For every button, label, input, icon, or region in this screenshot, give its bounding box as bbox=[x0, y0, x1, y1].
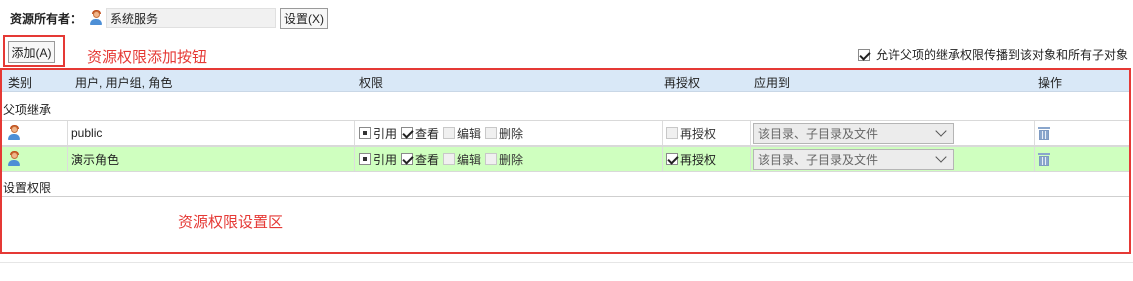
table-row: 演示角色 引用 查看 编辑 删除 再授权 该目录、子目录及文件 bbox=[2, 146, 1130, 172]
owner-field: 系统服务 bbox=[106, 8, 277, 28]
chevron-down-icon bbox=[935, 125, 947, 137]
perm-reference[interactable]: 引用 bbox=[359, 151, 397, 168]
table-header: 类别 用户, 用户组, 角色 权限 再授权 应用到 操作 bbox=[2, 70, 1130, 92]
set-owner-button[interactable]: 设置(X) bbox=[280, 7, 329, 29]
perm-reference[interactable]: 引用 bbox=[359, 125, 397, 142]
row-user-name: 演示角色 bbox=[71, 152, 120, 167]
header-permission: 权限 bbox=[359, 76, 384, 90]
owner-row: 资源所有者： 系统服务 设置(X) bbox=[10, 7, 329, 29]
row-regrant[interactable]: 再授权 bbox=[666, 121, 720, 145]
perm-edit[interactable]: 编辑 bbox=[443, 151, 481, 168]
trash-icon[interactable] bbox=[1038, 152, 1050, 166]
row-regrant[interactable]: 再授权 bbox=[666, 147, 720, 171]
divider bbox=[0, 262, 1133, 263]
inherit-checkbox[interactable] bbox=[858, 48, 870, 61]
inherit-option[interactable]: 允许父项的继承权限传播到该对象和所有子对象 bbox=[858, 46, 1128, 63]
permission-area: 类别 用户, 用户组, 角色 权限 再授权 应用到 操作 父项继承 public… bbox=[0, 68, 1133, 281]
perm-delete[interactable]: 删除 bbox=[485, 125, 523, 142]
perm-view[interactable]: 查看 bbox=[401, 125, 439, 142]
table-row: public 引用 查看 编辑 删除 再授权 该目录、子目录及文件 bbox=[2, 120, 1130, 146]
apply-to-value: 该目录、子目录及文件 bbox=[758, 152, 879, 167]
user-icon bbox=[88, 10, 104, 26]
add-button-highlight bbox=[3, 35, 65, 67]
perm-edit[interactable]: 编辑 bbox=[443, 125, 481, 142]
user-icon bbox=[6, 125, 22, 141]
trash-icon[interactable] bbox=[1038, 126, 1050, 140]
user-icon bbox=[6, 151, 22, 167]
row-user-name: public bbox=[71, 126, 103, 140]
row-permissions: 引用 查看 编辑 删除 bbox=[359, 121, 527, 145]
apply-to-select[interactable]: 该目录、子目录及文件 bbox=[753, 148, 954, 170]
group-set: 设置权限 bbox=[3, 181, 52, 195]
header-regrant: 再授权 bbox=[664, 76, 701, 90]
annotation-area: 资源权限设置区 bbox=[178, 214, 284, 231]
header-category: 类别 bbox=[8, 76, 33, 90]
annotation-add: 资源权限添加按钮 bbox=[87, 49, 208, 66]
divider bbox=[2, 196, 1130, 197]
owner-value: 系统服务 bbox=[110, 11, 159, 26]
row-permissions: 引用 查看 编辑 删除 bbox=[359, 147, 527, 171]
owner-label: 资源所有者： bbox=[10, 11, 83, 26]
perm-view[interactable]: 查看 bbox=[401, 151, 439, 168]
header-user: 用户, 用户组, 角色 bbox=[75, 76, 173, 90]
inherit-label: 允许父项的继承权限传播到该对象和所有子对象 bbox=[876, 48, 1129, 62]
perm-delete[interactable]: 删除 bbox=[485, 151, 523, 168]
apply-to-value: 该目录、子目录及文件 bbox=[758, 126, 879, 141]
chevron-down-icon bbox=[935, 151, 947, 163]
header-action: 操作 bbox=[1038, 76, 1063, 90]
group-inherited: 父项继承 bbox=[3, 103, 52, 117]
apply-to-select[interactable]: 该目录、子目录及文件 bbox=[753, 122, 954, 144]
header-apply-to: 应用到 bbox=[754, 76, 791, 90]
